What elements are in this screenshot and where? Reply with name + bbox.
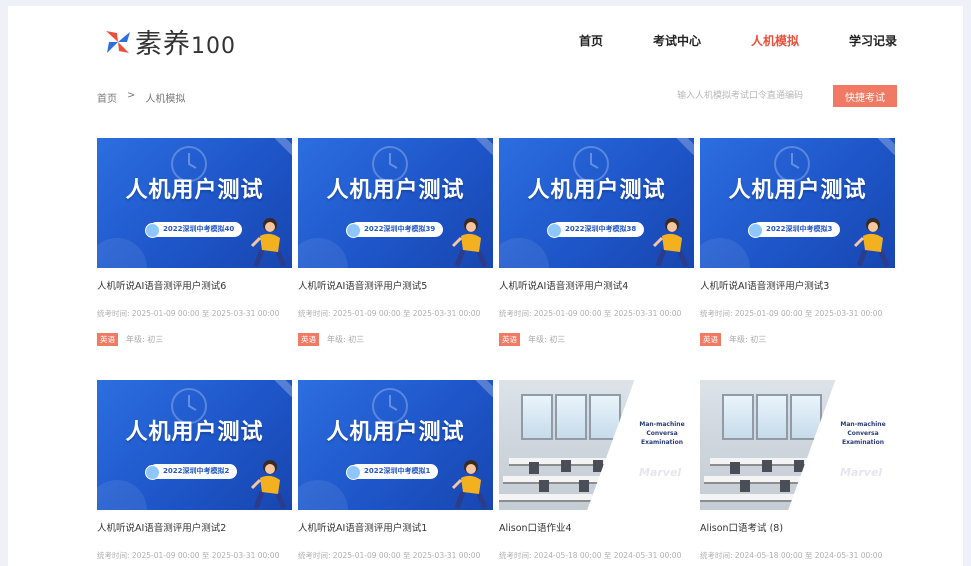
exam-card[interactable]: 人机用户测试 2022深圳中考模拟39 人机听说AI语音测评用户测试5 统考时间:…	[298, 138, 493, 346]
banner-pill: 2022深圳中考模拟2	[144, 464, 238, 480]
exam-card[interactable]: 人机用户测试 2022深圳中考模拟1 人机听说AI语音测评用户测试1 统考时间: …	[298, 380, 493, 561]
banner-watermark: Marvel	[639, 466, 682, 479]
subject-badge: 英语	[97, 333, 118, 346]
subject-badge: 英语	[298, 333, 319, 346]
nav-simulation[interactable]: 人机模拟	[751, 32, 799, 49]
exam-banner[interactable]: 人机用户测试 2022深圳中考模拟2	[97, 380, 292, 510]
banner-pill: 2022深圳中考模拟40	[144, 222, 243, 238]
exam-time: 统考时间: 2025-01-09 00:00 至 2025-03-31 00:0…	[298, 551, 481, 560]
exam-meta: 英语 年级: 初三	[298, 333, 493, 346]
exam-title[interactable]: 人机听说AI语音测评用户测试4	[499, 278, 694, 292]
search-bar: 快捷考试	[675, 84, 897, 108]
exam-banner[interactable]: 人机用户测试 2022深圳中考模拟40	[97, 138, 292, 268]
exam-title[interactable]: 人机听说AI语音测评用户测试2	[97, 520, 292, 534]
cartoon-student-icon	[250, 218, 287, 267]
page: 素养100 首页 考试中心 人机模拟 学习记录 首页 > 人机模拟 快捷考试 人…	[8, 6, 963, 566]
exam-time: 统考时间: 2025-01-09 00:00 至 2025-03-31 00:0…	[298, 309, 481, 318]
nav-learning-records[interactable]: 学习记录	[849, 32, 897, 49]
exam-card[interactable]: Man-machine Conversa Examination Marvel …	[700, 380, 895, 561]
cartoon-student-icon	[250, 460, 287, 509]
exam-meta: 英语 年级: 初三	[97, 333, 292, 346]
exam-title[interactable]: 人机听说AI语音测评用户测试5	[298, 278, 493, 292]
exam-time: 统考时间: 2025-01-09 00:00 至 2025-03-31 00:0…	[97, 551, 280, 560]
breadcrumb-separator: >	[127, 90, 136, 101]
exam-banner[interactable]: 人机用户测试 2022深圳中考模拟3	[700, 138, 895, 268]
subject-badge: 英语	[499, 333, 520, 346]
nav-exam-center[interactable]: 考试中心	[653, 32, 701, 49]
exam-banner[interactable]: Man-machine Conversa Examination Marvel	[499, 380, 694, 510]
exam-time: 统考时间: 2024-05-18 00:00 至 2024-05-31 00:0…	[499, 551, 682, 560]
subject-badge: 英语	[700, 333, 721, 346]
exam-card[interactable]: 人机用户测试 2022深圳中考模拟40 人机听说AI语音测评用户测试6 统考时间:…	[97, 138, 292, 346]
banner-pill: 2022深圳中考模拟1	[345, 464, 439, 480]
banner-pill: 2022深圳中考模拟39	[345, 222, 444, 238]
exam-title[interactable]: 人机听说AI语音测评用户测试3	[700, 278, 895, 292]
breadcrumb-home[interactable]: 首页	[97, 90, 117, 105]
main-nav: 首页 考试中心 人机模拟 学习记录	[529, 32, 897, 49]
exam-title[interactable]: 人机听说AI语音测评用户测试6	[97, 278, 292, 292]
banner-title: 人机用户测试	[125, 178, 264, 203]
banner-title: 人机用户测试	[326, 178, 465, 203]
exam-meta: 英语 年级: 初三	[499, 333, 694, 346]
banner-title: 人机用户测试	[326, 420, 465, 445]
exam-meta: 英语 年级: 初三	[700, 333, 895, 346]
banner-title: 人机用户测试	[527, 178, 666, 203]
banner-pill: 2022深圳中考模拟38	[546, 222, 645, 238]
cartoon-student-icon	[451, 460, 488, 509]
exam-time: 统考时间: 2024-05-18 00:00 至 2024-05-31 00:0…	[700, 551, 883, 560]
logo-text: 素养100	[135, 29, 236, 60]
exam-banner[interactable]: 人机用户测试 2022深圳中考模拟39	[298, 138, 493, 268]
exam-title[interactable]: 人机听说AI语音测评用户测试1	[298, 520, 493, 534]
exam-card[interactable]: 人机用户测试 2022深圳中考模拟38 人机听说AI语音测评用户测试4 统考时间:…	[499, 138, 694, 346]
exam-time: 统考时间: 2025-01-09 00:00 至 2025-03-31 00:0…	[97, 309, 280, 318]
exam-card[interactable]: Man-machine Conversa Examination Marvel …	[499, 380, 694, 561]
exam-card[interactable]: 人机用户测试 2022深圳中考模拟2 人机听说AI语音测评用户测试2 统考时间: …	[97, 380, 292, 561]
banner-title: 人机用户测试	[125, 420, 264, 445]
quick-exam-button[interactable]: 快捷考试	[833, 85, 897, 107]
exam-banner[interactable]: Man-machine Conversa Examination Marvel	[700, 380, 895, 510]
banner-english-text: Man-machine Conversa Examination	[840, 421, 886, 446]
content: 素养100 首页 考试中心 人机模拟 学习记录 首页 > 人机模拟 快捷考试 人…	[97, 6, 897, 560]
cartoon-student-icon	[853, 218, 890, 267]
cartoon-student-icon	[652, 218, 689, 267]
exam-time: 统考时间: 2025-01-09 00:00 至 2025-03-31 00:0…	[499, 309, 682, 318]
exam-banner[interactable]: 人机用户测试 2022深圳中考模拟38	[499, 138, 694, 268]
exam-code-input[interactable]	[675, 84, 827, 108]
exam-title[interactable]: Alison口语作业4	[499, 520, 694, 534]
exam-title[interactable]: Alison口语考试 (8)	[700, 520, 895, 534]
logo[interactable]: 素养100	[103, 22, 236, 61]
exam-time: 统考时间: 2025-01-09 00:00 至 2025-03-31 00:0…	[700, 309, 883, 318]
banner-title: 人机用户测试	[728, 178, 867, 203]
breadcrumb: 首页 > 人机模拟	[97, 90, 195, 105]
header: 素养100 首页 考试中心 人机模拟 学习记录	[97, 6, 897, 76]
grade-label: 年级: 初三	[729, 335, 767, 344]
exam-banner[interactable]: 人机用户测试 2022深圳中考模拟1	[298, 380, 493, 510]
banner-pill: 2022深圳中考模拟3	[747, 222, 841, 238]
breadcrumb-current: 人机模拟	[145, 94, 186, 105]
exam-card[interactable]: 人机用户测试 2022深圳中考模拟3 人机听说AI语音测评用户测试3 统考时间: …	[700, 138, 895, 346]
nav-home[interactable]: 首页	[579, 32, 603, 49]
grade-label: 年级: 初三	[327, 335, 365, 344]
banner-english-text: Man-machine Conversa Examination	[639, 421, 685, 446]
cartoon-student-icon	[451, 218, 488, 267]
grade-label: 年级: 初三	[528, 335, 566, 344]
banner-watermark: Marvel	[840, 466, 883, 479]
pinwheel-logo-icon	[106, 30, 130, 53]
grade-label: 年级: 初三	[126, 335, 164, 344]
